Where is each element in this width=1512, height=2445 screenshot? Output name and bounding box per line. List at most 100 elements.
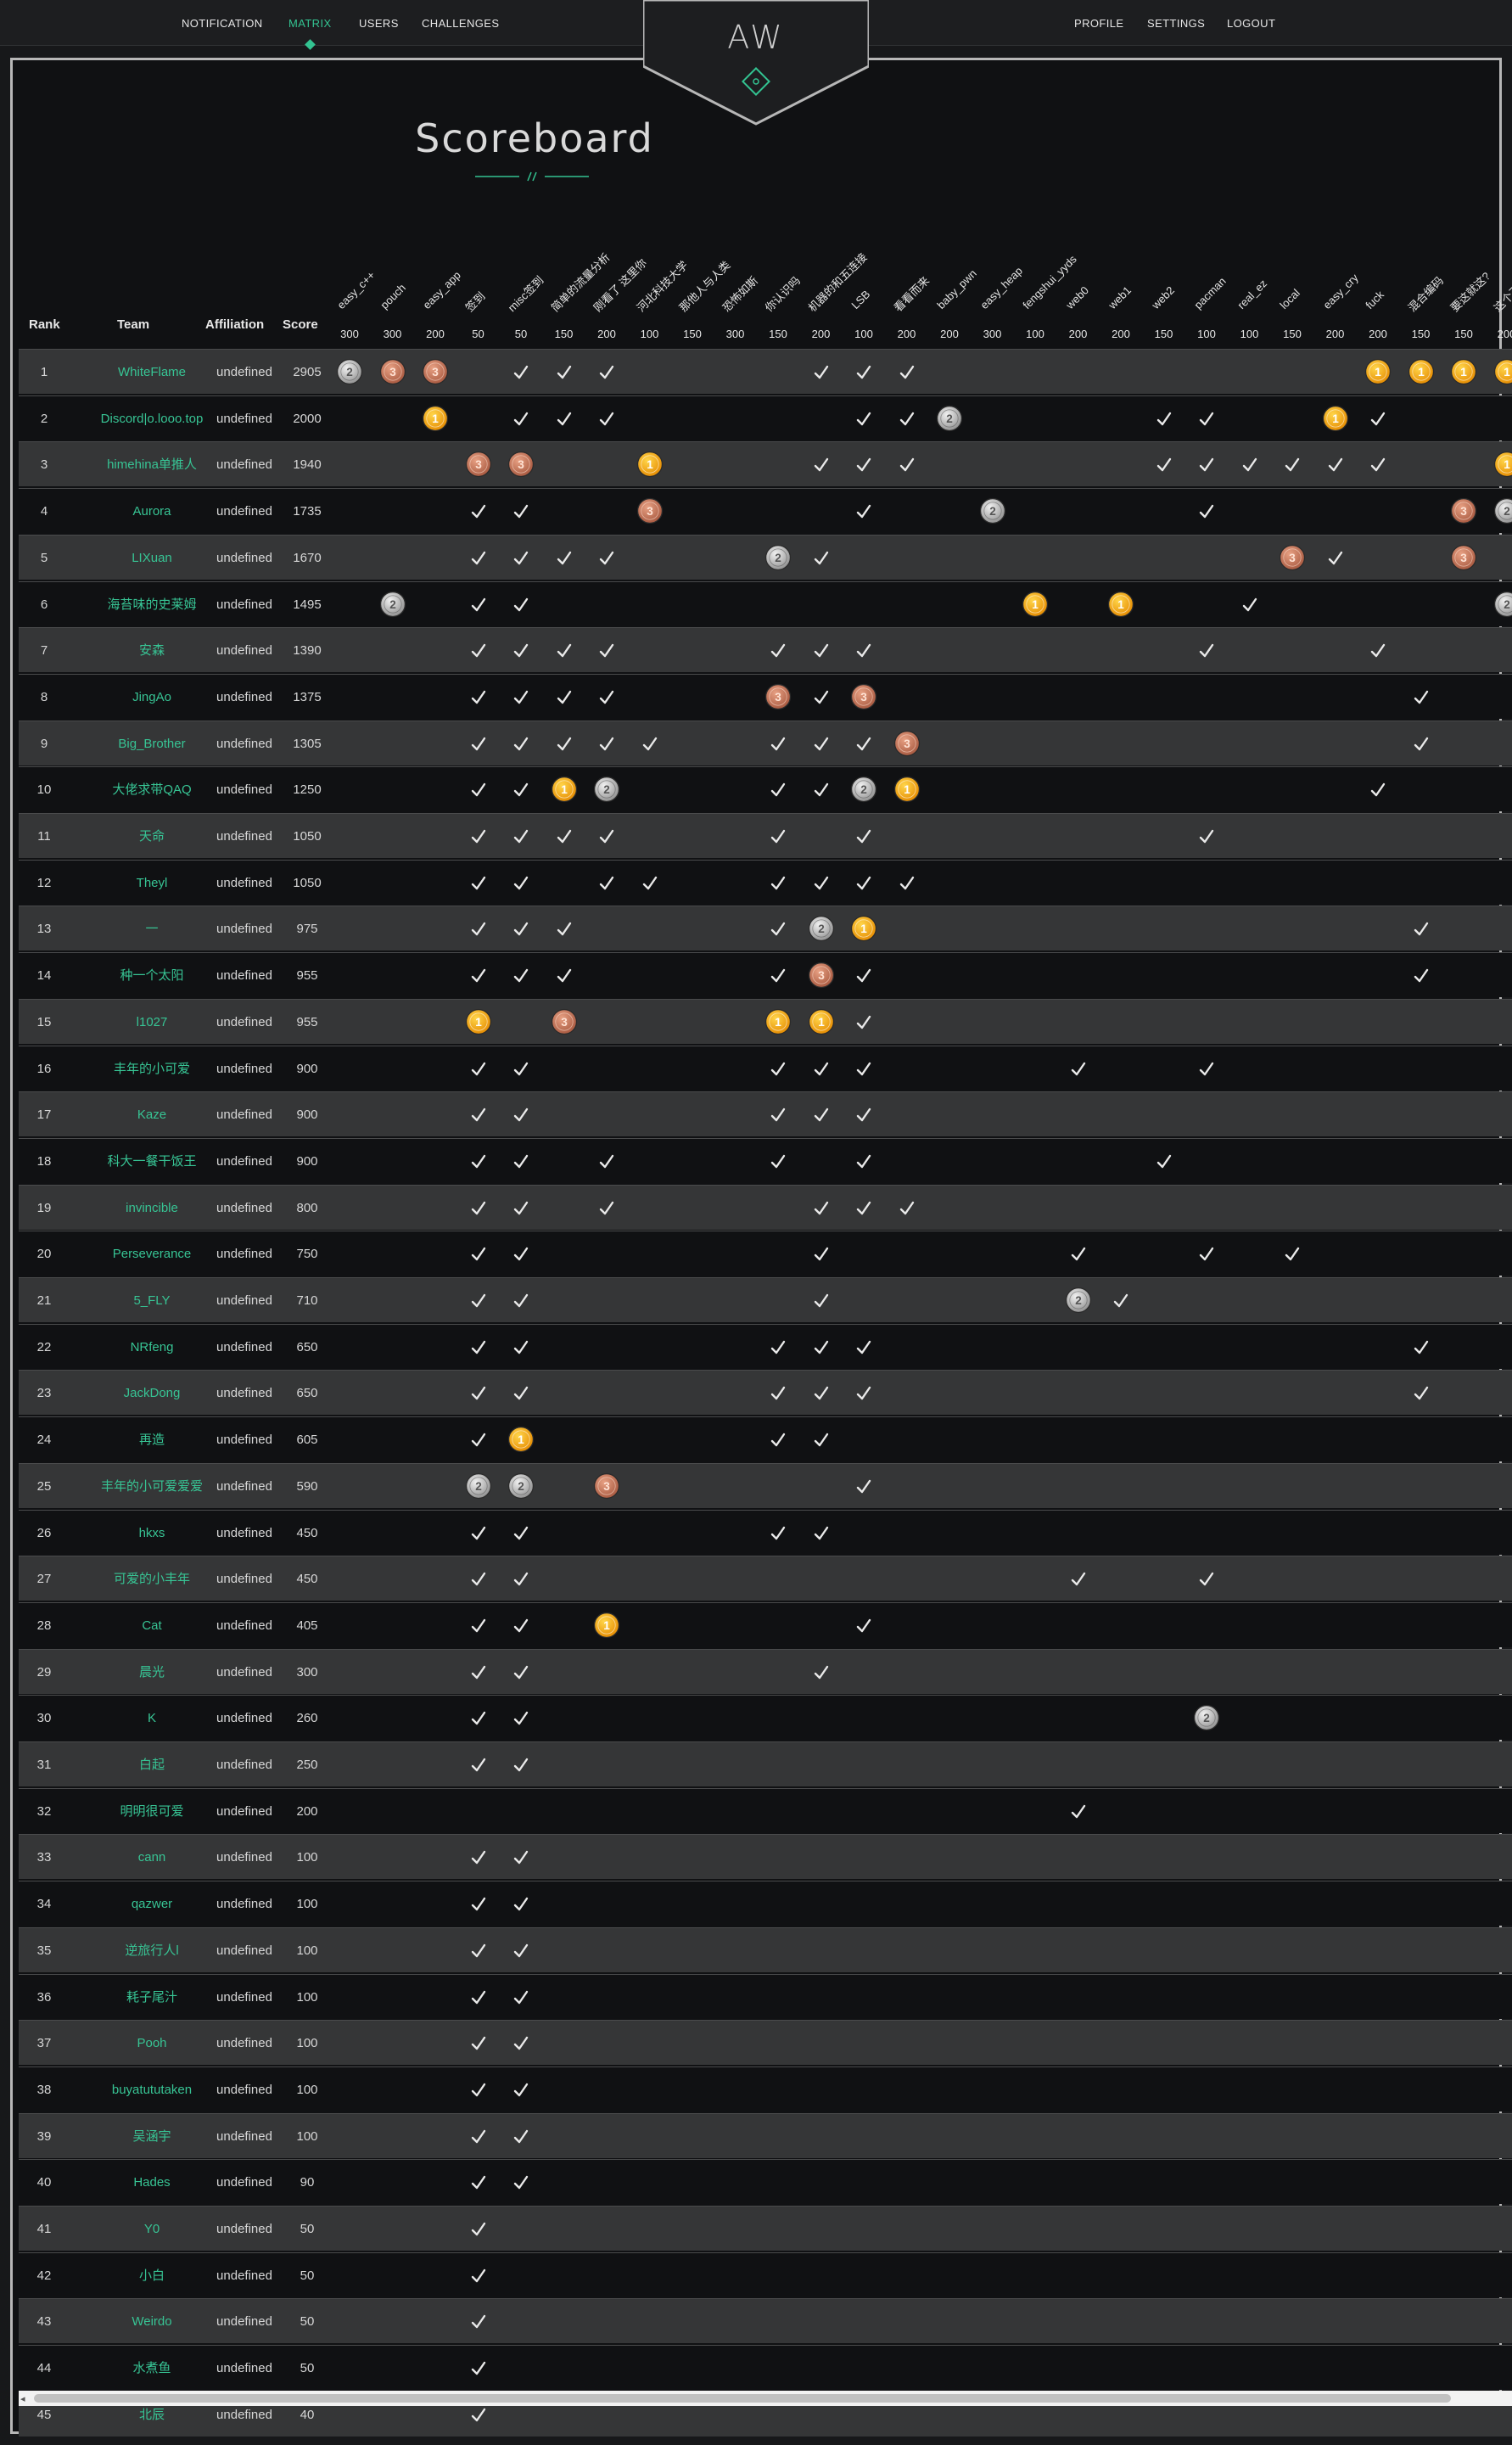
- rank-cell: 7: [40, 643, 48, 659]
- check-icon: [457, 1975, 500, 2020]
- rank-cell: 31: [36, 1758, 52, 1772]
- table-row: 25 丰年的小可爱爱爱 undefined 590 2 2 3: [19, 1462, 1512, 1509]
- silver-medal-icon: 2: [1057, 1278, 1100, 1323]
- gold-medal-icon: 1: [843, 906, 885, 951]
- check-icon: [843, 628, 885, 673]
- affiliation-cell: undefined: [216, 1478, 272, 1494]
- check-icon: [457, 953, 500, 998]
- check-icon: [457, 767, 500, 812]
- affiliation-cell: undefined: [216, 922, 272, 937]
- bronze-medal-icon: 3: [1442, 536, 1485, 580]
- score-cell: 590: [296, 1478, 318, 1494]
- nav-notification[interactable]: NOTIFICATION: [182, 17, 263, 30]
- check-icon: [500, 953, 542, 998]
- table-row: 1 WhiteFlame undefined 2905 2 3 3 1 1 1 1: [19, 349, 1512, 394]
- bronze-medal-icon: 3: [1271, 536, 1313, 580]
- svg-text:1: 1: [603, 1619, 610, 1632]
- gold-medal-icon: 1: [1442, 350, 1485, 395]
- check-icon: [457, 721, 500, 766]
- score-cell: 900: [296, 1108, 318, 1123]
- check-icon: [457, 1092, 500, 1137]
- check-icon: [543, 721, 585, 766]
- svg-text:3: 3: [518, 458, 524, 471]
- rank-cell: 34: [36, 1897, 52, 1912]
- check-icon: [500, 1139, 542, 1184]
- header-affiliation[interactable]: Affiliation: [205, 317, 264, 332]
- check-icon: [457, 675, 500, 720]
- check-icon: [800, 536, 843, 580]
- check-icon: [500, 1186, 542, 1231]
- svg-text:2: 2: [946, 412, 953, 425]
- table-row: 28 Cat undefined 405 1: [19, 1601, 1512, 1647]
- nav-settings[interactable]: SETTINGS: [1147, 17, 1205, 30]
- svg-text:3: 3: [475, 458, 482, 471]
- svg-text:2: 2: [475, 1480, 482, 1493]
- rank-cell: 9: [40, 736, 48, 751]
- check-icon: [1314, 442, 1357, 487]
- bronze-medal-icon: 3: [886, 721, 928, 766]
- table-row: 36 耗子尾汁 undefined 100: [19, 1973, 1512, 2020]
- check-icon: [457, 1186, 500, 1231]
- check-icon: [1185, 1046, 1228, 1091]
- rank-cell: 22: [36, 1339, 52, 1354]
- table-row: 20 Perseverance undefined 750: [19, 1231, 1512, 1276]
- check-icon: [457, 2021, 500, 2066]
- rank-cell: 25: [36, 1478, 52, 1494]
- check-icon: [800, 767, 843, 812]
- scrollbar-thumb[interactable]: [34, 2394, 1451, 2403]
- check-icon: [757, 1325, 799, 1370]
- header-rank[interactable]: Rank: [29, 317, 60, 332]
- header-team[interactable]: Team: [117, 317, 149, 332]
- gold-medal-icon: 1: [1314, 396, 1357, 441]
- rank-cell: 11: [37, 829, 51, 844]
- challenge-points: 100: [1197, 328, 1216, 340]
- check-icon: [1400, 721, 1442, 766]
- svg-text:3: 3: [775, 691, 781, 704]
- header-score[interactable]: Score: [283, 317, 318, 332]
- rank-cell: 12: [36, 875, 52, 890]
- scroll-left-icon[interactable]: ◂: [20, 2393, 25, 2404]
- challenge-points: 150: [554, 328, 574, 340]
- table-row: 40 Hades undefined 90: [19, 2159, 1512, 2205]
- affiliation-cell: undefined: [216, 2222, 272, 2236]
- svg-text:1: 1: [1117, 598, 1124, 611]
- nav-matrix[interactable]: MATRIX: [288, 17, 332, 30]
- svg-text:2: 2: [1504, 505, 1510, 518]
- score-cell: 955: [296, 968, 318, 984]
- rank-cell: 6: [40, 597, 48, 612]
- check-icon: [585, 396, 628, 441]
- check-icon: [1057, 1556, 1100, 1601]
- check-icon: [500, 396, 542, 441]
- affiliation-cell: undefined: [216, 2128, 272, 2144]
- challenge-points: 200: [426, 328, 445, 340]
- check-icon: [543, 536, 585, 580]
- rank-cell: 10: [36, 782, 52, 798]
- affiliation-cell: undefined: [216, 1153, 272, 1169]
- bronze-medal-icon: 3: [543, 1000, 585, 1045]
- horizontal-scrollbar[interactable]: ◂: [19, 2391, 1512, 2406]
- rank-cell: 24: [36, 1433, 52, 1448]
- bronze-medal-icon: 3: [585, 1464, 628, 1509]
- affiliation-cell: undefined: [216, 1433, 272, 1448]
- gold-medal-icon: 1: [629, 442, 671, 487]
- nav-users[interactable]: USERS: [359, 17, 399, 30]
- gold-medal-icon: 1: [1486, 442, 1512, 487]
- nav-profile[interactable]: PROFILE: [1074, 17, 1123, 30]
- logo[interactable]: AW: [643, 19, 869, 56]
- svg-text:3: 3: [561, 1016, 568, 1029]
- check-icon: [500, 489, 542, 534]
- check-icon: [457, 536, 500, 580]
- svg-text:1: 1: [518, 1433, 524, 1446]
- nav-challenges[interactable]: CHALLENGES: [422, 17, 499, 30]
- svg-text:2: 2: [1075, 1294, 1082, 1307]
- rank-cell: 8: [40, 689, 48, 704]
- check-icon: [800, 628, 843, 673]
- check-icon: [500, 1278, 542, 1323]
- table-row: 37 Pooh undefined 100: [19, 2020, 1512, 2066]
- check-icon: [757, 953, 799, 998]
- check-icon: [457, 1881, 500, 1926]
- rank-cell: 41: [36, 2222, 52, 2236]
- nav-logout[interactable]: LOGOUT: [1227, 17, 1275, 30]
- affiliation-cell: undefined: [216, 643, 272, 659]
- check-icon: [500, 906, 542, 951]
